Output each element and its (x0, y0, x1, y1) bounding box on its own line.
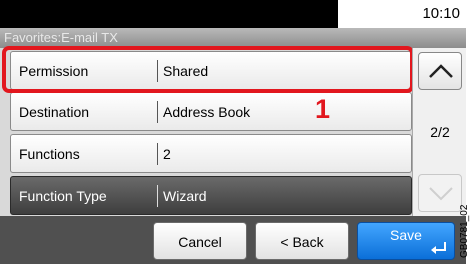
back-button[interactable]: < Back (255, 222, 349, 260)
row-value: 2 (163, 146, 171, 162)
row-destination[interactable]: Destination Address Book (10, 92, 412, 131)
page-title: Favorites:E-mail TX (4, 30, 118, 45)
row-value: Wizard (163, 188, 207, 204)
page-indicator: 2/2 (430, 124, 450, 140)
row-function-type[interactable]: Function Type Wizard (10, 176, 412, 215)
title-bar: Favorites:E-mail TX (0, 28, 466, 48)
row-divider (157, 143, 158, 165)
scroll-up-button[interactable] (418, 52, 462, 90)
chevron-up-icon (429, 64, 453, 78)
highlight-outline (2, 46, 414, 93)
clock: 10:10 (422, 5, 460, 22)
callout-number: 1 (315, 94, 331, 124)
row-label: Functions (19, 146, 80, 162)
figure-code: GB0781_02 (459, 204, 470, 258)
save-button[interactable]: Save (357, 222, 455, 260)
cancel-button[interactable]: Cancel (153, 222, 247, 260)
status-bar: 10:10 (0, 0, 466, 30)
enter-return-icon (431, 242, 446, 254)
row-divider (157, 185, 158, 207)
scroll-down-button[interactable] (418, 174, 462, 212)
row-functions[interactable]: Functions 2 (10, 134, 412, 173)
panel-screen: 10:10 Favorites:E-mail TX Permission Sha… (0, 0, 466, 264)
row-value: Address Book (163, 104, 251, 120)
cancel-label: Cancel (178, 234, 222, 250)
row-divider (157, 101, 158, 123)
scroll-panel: 2/2 (412, 48, 466, 216)
back-label: < Back (280, 234, 324, 250)
chevron-down-icon (429, 187, 453, 201)
row-label: Destination (19, 104, 90, 120)
action-bar: Cancel < Back Save (0, 216, 466, 264)
row-label: Function Type (19, 188, 107, 204)
